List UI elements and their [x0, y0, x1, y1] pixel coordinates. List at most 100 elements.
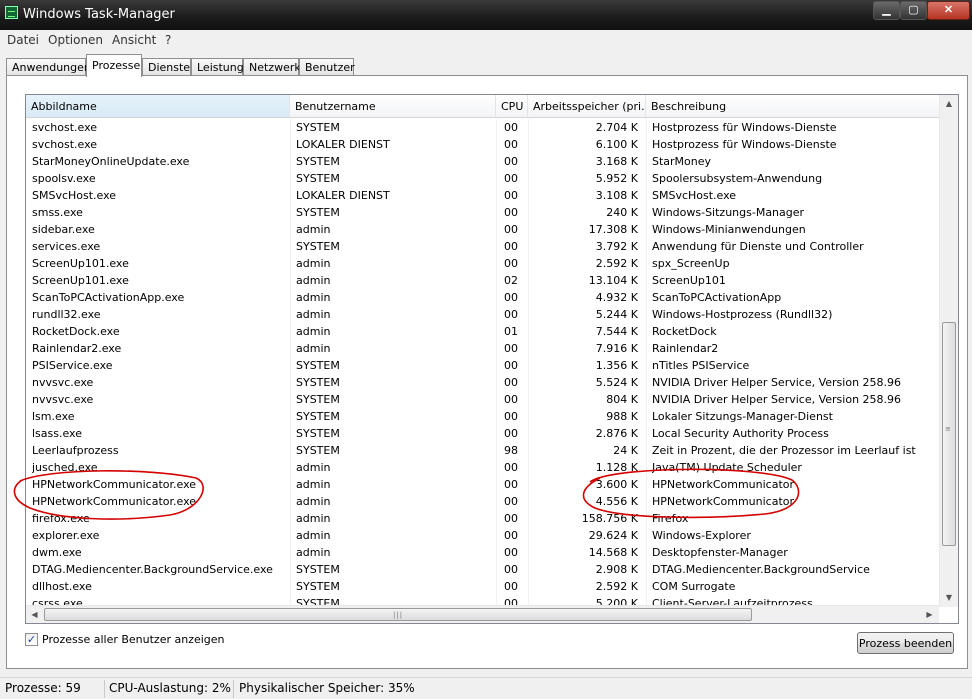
cell-beschreibung: Firefox	[652, 512, 689, 525]
table-row[interactable]: rundll32.exe admin 00 5.244 K Windows-Hostpr…	[26, 306, 939, 323]
column-header-arbeitsspeicher[interactable]: Arbeitsspeicher (pri...	[528, 95, 646, 117]
table-row[interactable]: csrss.exe SYSTEM 00 5.200 K Client-Server-La…	[26, 595, 939, 605]
cell-cpu: 00	[504, 580, 518, 593]
menu-optionen[interactable]: Optionen	[48, 33, 103, 47]
cell-arbeitsspeicher: 29.624 K	[588, 529, 638, 542]
table-row[interactable]: nvvsvc.exe SYSTEM 00 5.524 K NVIDIA Driver H…	[26, 374, 939, 391]
cell-benutzername: admin	[296, 478, 331, 491]
cell-benutzername: admin	[296, 223, 331, 236]
column-header-abbildname[interactable]: Abbildname	[26, 95, 290, 117]
table-row[interactable]: RocketDock.exe admin 01 7.544 K RocketDock	[26, 323, 939, 340]
tab-leistung[interactable]: Leistung	[191, 58, 244, 76]
horizontal-scrollbar[interactable]: ◀ ||| ▶	[26, 605, 939, 623]
table-row[interactable]: dwm.exe admin 00 14.568 K Desktopfenster-Man…	[26, 544, 939, 561]
process-list[interactable]: ▼ Abbildname Benutzername CPU Arbeitsspe…	[25, 94, 959, 624]
cell-cpu: 00	[504, 138, 518, 151]
cell-cpu: 00	[504, 546, 518, 559]
table-row[interactable]: Rainlendar2.exe admin 00 7.916 K Rainlendar2	[26, 340, 939, 357]
table-row[interactable]: SMSvcHost.exe LOKALER DIENST 00 3.108 K SMSv…	[26, 187, 939, 204]
cell-arbeitsspeicher: 4.932 K	[595, 291, 638, 304]
cell-abbildname: explorer.exe	[32, 529, 100, 542]
show-all-users-checkbox[interactable]: ✓	[25, 633, 38, 646]
column-header-cpu[interactable]: CPU	[496, 95, 528, 117]
scroll-left-icon[interactable]: ◀	[26, 606, 43, 623]
cell-abbildname: SMSvcHost.exe	[32, 189, 117, 202]
vertical-scroll-thumb[interactable]: ≡	[942, 322, 956, 546]
cell-abbildname: rundll32.exe	[32, 308, 101, 321]
show-all-users-label[interactable]: Prozesse aller Benutzer anzeigen	[42, 633, 225, 646]
tab-benutzer[interactable]: Benutzer	[299, 58, 355, 76]
cell-benutzername: admin	[296, 461, 331, 474]
table-row[interactable]: HPNetworkCommunicator.exe admin 00 3.600 K H…	[26, 476, 939, 493]
vertical-scrollbar[interactable]: ▲ ≡ ▼	[939, 95, 958, 607]
cell-arbeitsspeicher: 5.952 K	[595, 172, 638, 185]
cell-arbeitsspeicher: 2.704 K	[595, 121, 638, 134]
cell-cpu: 00	[504, 393, 518, 406]
close-button[interactable]: ✕	[927, 1, 970, 20]
table-row[interactable]: nvvsvc.exe SYSTEM 00 804 K NVIDIA Driver Hel…	[26, 391, 939, 408]
cell-cpu: 00	[504, 427, 518, 440]
cell-arbeitsspeicher: 17.308 K	[588, 223, 638, 236]
table-row[interactable]: spoolsv.exe SYSTEM 00 5.952 K Spoolersubsyst…	[26, 170, 939, 187]
cell-benutzername: SYSTEM	[296, 580, 340, 593]
table-row[interactable]: services.exe SYSTEM 00 3.792 K Anwendung für…	[26, 238, 939, 255]
table-row[interactable]: lsm.exe SYSTEM 00 988 K Lokaler Sitzungs-Man…	[26, 408, 939, 425]
table-row[interactable]: Leerlaufprozess SYSTEM 98 24 K Zeit in Proze…	[26, 442, 939, 459]
table-row[interactable]: PSIService.exe SYSTEM 00 1.356 K nTitles PSI…	[26, 357, 939, 374]
table-row[interactable]: svchost.exe SYSTEM 00 2.704 K Hostprozess fü…	[26, 119, 939, 136]
table-row[interactable]: DTAG.Mediencenter.BackgroundService.exe S…	[26, 561, 939, 578]
cell-abbildname: jusched.exe	[32, 461, 98, 474]
status-cpu-usage: CPU-Auslastung: 2%	[109, 681, 231, 695]
task-manager-icon	[5, 6, 18, 19]
table-row[interactable]: smss.exe SYSTEM 00 240 K Windows-Sitzungs-Ma…	[26, 204, 939, 221]
cell-arbeitsspeicher: 3.792 K	[595, 240, 638, 253]
cell-abbildname: ScreenUp101.exe	[32, 274, 129, 287]
cell-abbildname: RocketDock.exe	[32, 325, 120, 338]
end-process-button[interactable]: Prozess beenden	[857, 632, 954, 654]
table-row[interactable]: jusched.exe admin 00 1.128 K Java(TM) Update…	[26, 459, 939, 476]
cell-cpu: 00	[504, 359, 518, 372]
cell-cpu: 00	[504, 240, 518, 253]
menu-help[interactable]: ?	[165, 33, 171, 47]
table-row[interactable]: ScreenUp101.exe admin 00 2.592 K spx_ScreenU…	[26, 255, 939, 272]
table-row[interactable]: explorer.exe admin 00 29.624 K Windows-Explo…	[26, 527, 939, 544]
table-row[interactable]: dllhost.exe SYSTEM 00 2.592 K COM Surrogate	[26, 578, 939, 595]
horizontal-scroll-thumb[interactable]: |||	[44, 608, 752, 621]
tab-netzwerk[interactable]: Netzwerk	[243, 58, 301, 76]
table-row[interactable]: firefox.exe admin 00 158.756 K Firefox	[26, 510, 939, 527]
table-row[interactable]: StarMoneyOnlineUpdate.exe SYSTEM 00 3.168 K…	[26, 153, 939, 170]
cell-benutzername: admin	[296, 512, 331, 525]
column-header-benutzername[interactable]: Benutzername	[290, 95, 496, 117]
table-row[interactable]: lsass.exe SYSTEM 00 2.876 K Local Security A…	[26, 425, 939, 442]
table-row[interactable]: ScreenUp101.exe admin 02 13.104 K ScreenUp10…	[26, 272, 939, 289]
tab-dienste[interactable]: Dienste	[142, 58, 191, 76]
cell-cpu: 00	[504, 478, 518, 491]
table-row[interactable]: ScanToPCActivationApp.exe admin 00 4.932 K S…	[26, 289, 939, 306]
cell-arbeitsspeicher: 3.108 K	[595, 189, 638, 202]
table-row[interactable]: svchost.exe LOKALER DIENST 00 6.100 K Hostpr…	[26, 136, 939, 153]
minimize-button[interactable]: ▁	[873, 1, 900, 20]
menu-datei[interactable]: Datei	[7, 33, 39, 47]
tab-prozesse[interactable]: Prozesse	[86, 54, 142, 77]
table-row[interactable]: sidebar.exe admin 00 17.308 K Windows-Minian…	[26, 221, 939, 238]
processes-panel: ▼ Abbildname Benutzername CPU Arbeitsspe…	[6, 75, 968, 669]
cell-cpu: 00	[504, 155, 518, 168]
scroll-up-icon[interactable]: ▲	[940, 95, 958, 112]
cell-beschreibung: Windows-Sitzungs-Manager	[652, 206, 805, 219]
cell-benutzername: LOKALER DIENST	[296, 189, 390, 202]
scroll-right-icon[interactable]: ▶	[921, 606, 938, 623]
menu-ansicht[interactable]: Ansicht	[112, 33, 156, 47]
table-row[interactable]: HPNetworkCommunicator.exe admin 00 4.556 K H…	[26, 493, 939, 510]
cell-arbeitsspeicher: 14.568 K	[588, 546, 638, 559]
tab-anwendungen[interactable]: Anwendungen	[6, 58, 91, 76]
cell-beschreibung: Client-Server-Laufzeitprozess	[652, 597, 813, 605]
cell-benutzername: admin	[296, 529, 331, 542]
cell-arbeitsspeicher: 1.356 K	[595, 359, 638, 372]
cell-arbeitsspeicher: 7.916 K	[595, 342, 638, 355]
cell-abbildname: HPNetworkCommunicator.exe	[32, 478, 197, 491]
column-header-beschreibung[interactable]: Beschreibung	[646, 95, 939, 117]
menu-bar: Datei Optionen Ansicht ?	[0, 30, 972, 50]
scroll-down-icon[interactable]: ▼	[940, 589, 958, 606]
status-separator	[104, 680, 105, 698]
maximize-button[interactable]: ▢	[900, 1, 927, 20]
